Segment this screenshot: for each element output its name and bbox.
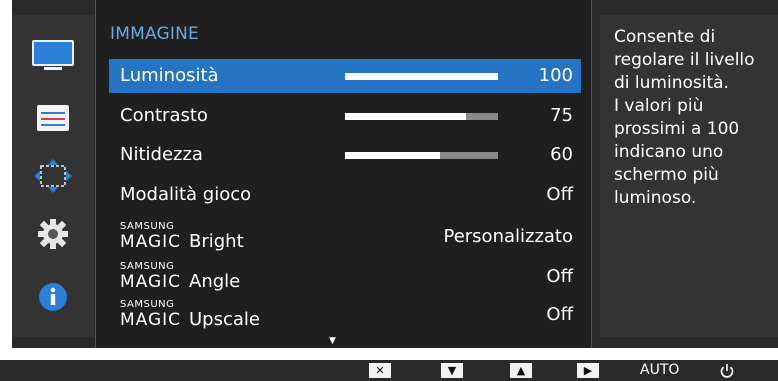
menu-item-value: Off	[546, 184, 573, 205]
menu-item-value: Off	[546, 266, 573, 287]
magic-wordmark: MAGIC	[120, 232, 182, 252]
menu-item-value: 75	[550, 105, 573, 126]
samsung-wordmark: SAMSUNG	[120, 221, 175, 232]
magic-wordmark: MAGIC	[120, 310, 182, 330]
menu-item-sharpness[interactable]: Nitidezza 60	[109, 138, 581, 172]
menu-item-label: Contrasto	[120, 105, 208, 126]
settings-sliders-icon[interactable]	[29, 98, 77, 138]
slider-fill	[345, 113, 466, 120]
sharpness-slider[interactable]	[345, 152, 498, 159]
contrast-slider[interactable]	[345, 113, 498, 120]
magic-wordmark: MAGIC	[120, 272, 182, 292]
monitor-icon[interactable]	[29, 37, 77, 77]
help-panel: Consente di regolare il livello di lumin…	[600, 15, 778, 337]
samsung-wordmark: SAMSUNG	[120, 299, 175, 310]
samsung-wordmark: SAMSUNG	[120, 261, 175, 272]
menu-item-brightness[interactable]: Luminosità 100	[109, 59, 581, 93]
menu-item-label: Modalità gioco	[120, 184, 252, 205]
button-guide-bar: ✕ ▼ ▲ ▶ AUTO	[0, 360, 778, 381]
menu-item-game-mode[interactable]: Modalità gioco Off	[109, 178, 581, 212]
menu-item-label: Nitidezza	[120, 144, 203, 165]
menu-item-magic-upscale[interactable]: SAMSUNG MAGIC Upscale Off	[109, 298, 581, 332]
menu-item-label: Luminosità	[120, 65, 219, 86]
gear-icon[interactable]	[29, 214, 77, 254]
picture-menu-panel: IMMAGINE Luminosità 100 Contrasto 75 Nit…	[95, 0, 592, 348]
menu-item-value: Personalizzato	[443, 226, 573, 247]
info-icon[interactable]	[29, 277, 77, 317]
resize-arrows-icon[interactable]	[29, 156, 77, 196]
enter-button[interactable]: ▶	[577, 363, 599, 378]
menu-item-value: Off	[546, 304, 573, 325]
slider-fill	[345, 73, 498, 80]
slider-fill	[345, 152, 440, 159]
menu-item-label: Bright	[189, 231, 244, 252]
help-text: Consente di regolare il livello di lumin…	[614, 27, 755, 208]
auto-button[interactable]: AUTO	[640, 362, 679, 378]
close-icon: ✕	[375, 364, 385, 377]
arrow-up-icon: ▲	[516, 364, 526, 377]
scroll-down-indicator[interactable]: ▼	[329, 336, 336, 346]
menu-item-magic-angle[interactable]: SAMSUNG MAGIC Angle Off	[109, 260, 581, 294]
category-rail	[12, 15, 94, 337]
menu-title: IMMAGINE	[110, 24, 199, 44]
arrow-right-icon: ▶	[583, 364, 593, 377]
arrow-down-icon: ▼	[447, 364, 457, 377]
menu-item-label: Upscale	[189, 309, 260, 330]
power-icon[interactable]	[718, 362, 736, 380]
down-button[interactable]: ▼	[441, 363, 463, 378]
menu-item-magic-bright[interactable]: SAMSUNG MAGIC Bright Personalizzato	[109, 220, 581, 254]
menu-item-label: Angle	[189, 271, 241, 292]
close-button[interactable]: ✕	[369, 363, 391, 378]
menu-item-value: 60	[550, 144, 573, 165]
brightness-slider[interactable]	[345, 73, 498, 80]
up-button[interactable]: ▲	[510, 363, 532, 378]
menu-item-contrast[interactable]: Contrasto 75	[109, 99, 581, 133]
menu-item-value: 100	[538, 65, 573, 86]
